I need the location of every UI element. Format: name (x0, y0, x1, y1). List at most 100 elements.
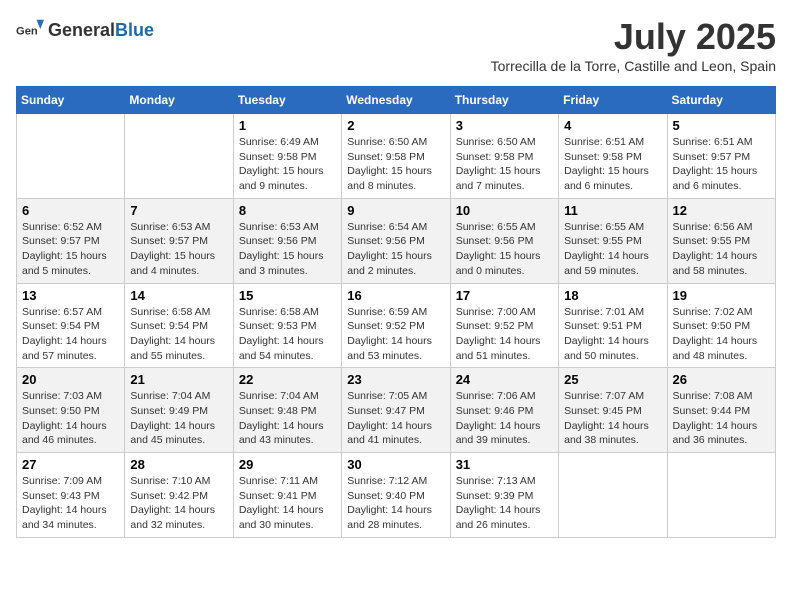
day-cell (125, 114, 233, 199)
day-cell: 25 Sunrise: 7:07 AMSunset: 9:45 PMDayligh… (559, 368, 667, 453)
day-info: Sunrise: 7:00 AMSunset: 9:52 PMDaylight:… (456, 305, 553, 364)
day-cell: 28Sunrise: 7:10 AMSunset: 9:42 PMDayligh… (125, 453, 233, 538)
header-cell-saturday: Saturday (667, 87, 775, 114)
day-info: Sunrise: 7:06 AMSunset: 9:46 PMDaylight:… (456, 389, 553, 448)
header-cell-thursday: Thursday (450, 87, 558, 114)
day-cell: 23Sunrise: 7:05 AMSunset: 9:47 PMDayligh… (342, 368, 450, 453)
week-row-4: 20 Sunrise: 7:03 AMSunset: 9:50 PMDayligh… (17, 368, 776, 453)
day-cell: 22Sunrise: 7:04 AMSunset: 9:48 PMDayligh… (233, 368, 341, 453)
calendar-table: SundayMondayTuesdayWednesdayThursdayFrid… (16, 86, 776, 538)
day-info: Sunrise: 7:08 AMSunset: 9:44 PMDaylight:… (673, 389, 770, 448)
day-info: Sunrise: 6:53 AMSunset: 9:56 PMDaylight:… (239, 220, 336, 279)
day-info: Sunrise: 6:56 AMSunset: 9:55 PMDaylight:… (673, 220, 770, 279)
day-cell: 15 Sunrise: 6:58 AMSunset: 9:53 PMDayligh… (233, 283, 341, 368)
day-number: 4 (564, 118, 661, 133)
day-number: 31 (456, 457, 553, 472)
day-info: Sunrise: 7:12 AMSunset: 9:40 PMDaylight:… (347, 474, 444, 533)
day-number: 7 (130, 203, 227, 218)
day-number: 10 (456, 203, 553, 218)
day-cell: 5Sunrise: 6:51 AMSunset: 9:57 PMDaylight… (667, 114, 775, 199)
day-number: 16 (347, 288, 444, 303)
header-row: SundayMondayTuesdayWednesdayThursdayFrid… (17, 87, 776, 114)
day-info: Sunrise: 7:04 AMSunset: 9:48 PMDaylight:… (239, 389, 336, 448)
week-row-1: 1 Sunrise: 6:49 AMSunset: 9:58 PMDaylight… (17, 114, 776, 199)
day-cell: 7 Sunrise: 6:53 AMSunset: 9:57 PMDaylight… (125, 198, 233, 283)
svg-text:Gen: Gen (16, 26, 38, 38)
day-cell (559, 453, 667, 538)
day-cell: 10 Sunrise: 6:55 AMSunset: 9:56 PMDayligh… (450, 198, 558, 283)
day-info: Sunrise: 7:05 AMSunset: 9:47 PMDaylight:… (347, 389, 444, 448)
day-number: 15 (239, 288, 336, 303)
header-cell-sunday: Sunday (17, 87, 125, 114)
day-number: 8 (239, 203, 336, 218)
day-cell: 4 Sunrise: 6:51 AMSunset: 9:58 PMDaylight… (559, 114, 667, 199)
day-number: 29 (239, 457, 336, 472)
day-number: 13 (22, 288, 119, 303)
day-cell: 27 Sunrise: 7:09 AMSunset: 9:43 PMDayligh… (17, 453, 125, 538)
day-info: Sunrise: 6:50 AMSunset: 9:58 PMDaylight:… (456, 135, 553, 194)
day-cell: 11 Sunrise: 6:55 AMSunset: 9:55 PMDayligh… (559, 198, 667, 283)
day-cell: 1 Sunrise: 6:49 AMSunset: 9:58 PMDaylight… (233, 114, 341, 199)
day-cell: 24 Sunrise: 7:06 AMSunset: 9:46 PMDayligh… (450, 368, 558, 453)
logo-text-blue: Blue (115, 20, 154, 40)
day-number: 11 (564, 203, 661, 218)
day-cell: 2Sunrise: 6:50 AMSunset: 9:58 PMDaylight… (342, 114, 450, 199)
day-info: Sunrise: 7:01 AMSunset: 9:51 PMDaylight:… (564, 305, 661, 364)
day-cell: 14 Sunrise: 6:58 AMSunset: 9:54 PMDayligh… (125, 283, 233, 368)
day-info: Sunrise: 7:07 AMSunset: 9:45 PMDaylight:… (564, 389, 661, 448)
day-cell: 18 Sunrise: 7:01 AMSunset: 9:51 PMDayligh… (559, 283, 667, 368)
day-number: 25 (564, 372, 661, 387)
day-number: 24 (456, 372, 553, 387)
day-info: Sunrise: 6:59 AMSunset: 9:52 PMDaylight:… (347, 305, 444, 364)
day-cell: 26 Sunrise: 7:08 AMSunset: 9:44 PMDayligh… (667, 368, 775, 453)
day-info: Sunrise: 6:49 AMSunset: 9:58 PMDaylight:… (239, 135, 336, 194)
day-info: Sunrise: 6:58 AMSunset: 9:54 PMDaylight:… (130, 305, 227, 364)
subtitle: Torrecilla de la Torre, Castille and Leo… (491, 58, 776, 74)
header-cell-friday: Friday (559, 87, 667, 114)
day-number: 5 (673, 118, 770, 133)
day-number: 9 (347, 203, 444, 218)
day-info: Sunrise: 7:03 AMSunset: 9:50 PMDaylight:… (22, 389, 119, 448)
day-number: 17 (456, 288, 553, 303)
day-number: 1 (239, 118, 336, 133)
day-info: Sunrise: 7:09 AMSunset: 9:43 PMDaylight:… (22, 474, 119, 533)
day-number: 3 (456, 118, 553, 133)
day-number: 30 (347, 457, 444, 472)
day-info: Sunrise: 6:55 AMSunset: 9:55 PMDaylight:… (564, 220, 661, 279)
week-row-2: 6Sunrise: 6:52 AMSunset: 9:57 PMDaylight… (17, 198, 776, 283)
day-cell: 8 Sunrise: 6:53 AMSunset: 9:56 PMDaylight… (233, 198, 341, 283)
header-cell-monday: Monday (125, 87, 233, 114)
day-info: Sunrise: 6:55 AMSunset: 9:56 PMDaylight:… (456, 220, 553, 279)
day-cell: 13 Sunrise: 6:57 AMSunset: 9:54 PMDayligh… (17, 283, 125, 368)
month-title: July 2025 (491, 16, 776, 58)
day-info: Sunrise: 7:10 AMSunset: 9:42 PMDaylight:… (130, 474, 227, 533)
day-info: Sunrise: 6:53 AMSunset: 9:57 PMDaylight:… (130, 220, 227, 279)
day-info: Sunrise: 6:51 AMSunset: 9:58 PMDaylight:… (564, 135, 661, 194)
day-cell: 16 Sunrise: 6:59 AMSunset: 9:52 PMDayligh… (342, 283, 450, 368)
week-row-3: 13 Sunrise: 6:57 AMSunset: 9:54 PMDayligh… (17, 283, 776, 368)
day-cell: 31 Sunrise: 7:13 AMSunset: 9:39 PMDayligh… (450, 453, 558, 538)
day-cell: 12Sunrise: 6:56 AMSunset: 9:55 PMDayligh… (667, 198, 775, 283)
day-info: Sunrise: 6:50 AMSunset: 9:58 PMDaylight:… (347, 135, 444, 194)
day-number: 14 (130, 288, 227, 303)
day-cell: 21Sunrise: 7:04 AMSunset: 9:49 PMDayligh… (125, 368, 233, 453)
day-info: Sunrise: 6:57 AMSunset: 9:54 PMDaylight:… (22, 305, 119, 364)
day-info: Sunrise: 7:04 AMSunset: 9:49 PMDaylight:… (130, 389, 227, 448)
day-number: 18 (564, 288, 661, 303)
day-number: 26 (673, 372, 770, 387)
day-cell: 29 Sunrise: 7:11 AMSunset: 9:41 PMDayligh… (233, 453, 341, 538)
logo: Gen GeneralBlue (16, 16, 154, 44)
day-number: 27 (22, 457, 119, 472)
day-info: Sunrise: 7:13 AMSunset: 9:39 PMDaylight:… (456, 474, 553, 533)
header-cell-wednesday: Wednesday (342, 87, 450, 114)
day-info: Sunrise: 6:52 AMSunset: 9:57 PMDaylight:… (22, 220, 119, 279)
week-row-5: 27 Sunrise: 7:09 AMSunset: 9:43 PMDayligh… (17, 453, 776, 538)
day-number: 19 (673, 288, 770, 303)
day-info: Sunrise: 6:58 AMSunset: 9:53 PMDaylight:… (239, 305, 336, 364)
day-info: Sunrise: 7:11 AMSunset: 9:41 PMDaylight:… (239, 474, 336, 533)
title-block: July 2025 Torrecilla de la Torre, Castil… (491, 16, 776, 82)
day-info: Sunrise: 6:54 AMSunset: 9:56 PMDaylight:… (347, 220, 444, 279)
day-cell: 19Sunrise: 7:02 AMSunset: 9:50 PMDayligh… (667, 283, 775, 368)
day-number: 20 (22, 372, 119, 387)
day-cell: 3 Sunrise: 6:50 AMSunset: 9:58 PMDaylight… (450, 114, 558, 199)
